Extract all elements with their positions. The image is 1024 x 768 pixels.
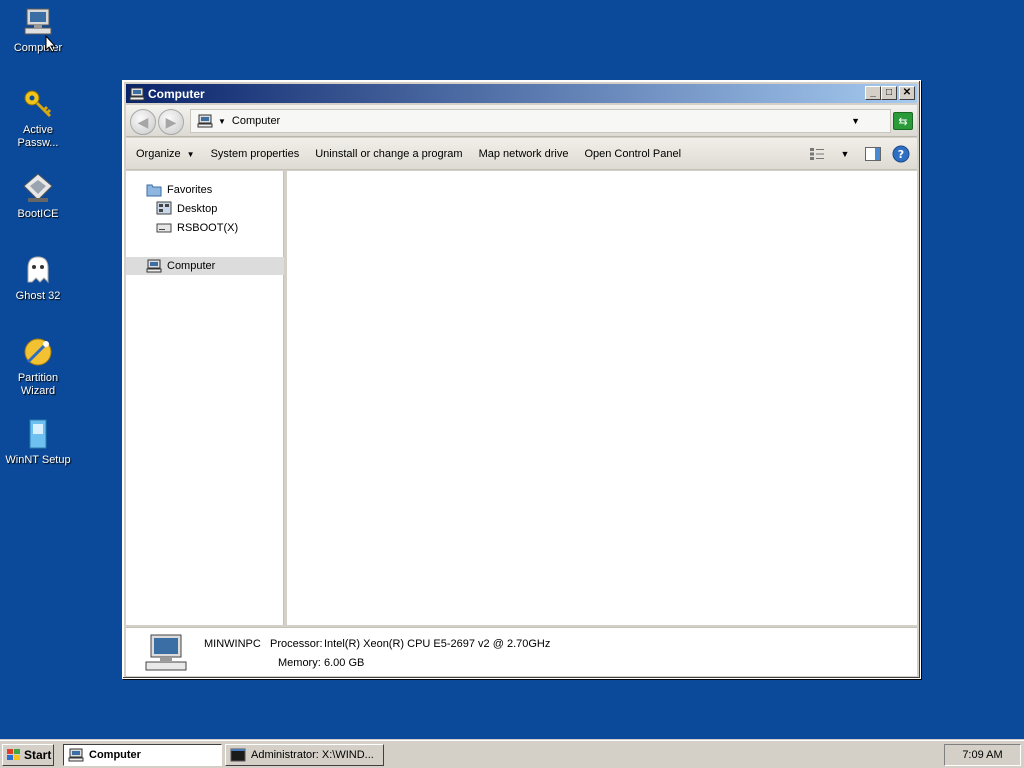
address-dropdown-icon[interactable]: ▼ xyxy=(851,116,860,126)
change-view-icon[interactable] xyxy=(807,144,827,164)
processor-label: Processor: xyxy=(270,638,323,650)
computer-icon xyxy=(197,114,213,128)
command-bar: Organize ▼ System properties Uninstall or… xyxy=(126,138,917,170)
console-icon xyxy=(230,748,246,762)
maximize-button[interactable]: □ xyxy=(881,86,897,100)
tree-item-rsboot[interactable]: RSBOOT(X) xyxy=(156,219,238,237)
refresh-button[interactable]: ⇆ xyxy=(893,112,913,130)
map-network-drive-button[interactable]: Map network drive xyxy=(479,148,569,160)
open-control-panel-button[interactable]: Open Control Panel xyxy=(584,148,681,160)
tree-item-computer[interactable]: Computer xyxy=(126,257,284,275)
ghost32-desktop-icon[interactable]: Ghost 32 xyxy=(2,254,74,303)
ghost-icon xyxy=(27,256,49,284)
taskbar-button-computer[interactable]: Computer xyxy=(63,744,222,766)
computer-icon xyxy=(146,259,162,273)
drive-icon xyxy=(156,223,172,233)
computer-icon xyxy=(129,87,145,100)
processor-value: Intel(R) Xeon(R) CPU E5-2697 v2 @ 2.70GH… xyxy=(324,638,551,650)
taskbar-button-label: Computer xyxy=(89,749,141,761)
tree-item-label: Desktop xyxy=(177,203,218,215)
help-icon[interactable]: ? xyxy=(891,144,911,164)
forward-arrow-icon: ▶ xyxy=(165,114,177,130)
organize-menu[interactable]: Organize ▼ xyxy=(136,148,195,160)
details-pane: MINWINPC Processor: Intel(R) Xeon(R) CPU… xyxy=(126,627,917,676)
uninstall-program-button[interactable]: Uninstall or change a program xyxy=(315,148,462,160)
tree-item-favorites[interactable]: Favorites xyxy=(146,181,212,199)
system-properties-button[interactable]: System properties xyxy=(211,148,300,160)
active-password-desktop-icon[interactable]: Active Passw... xyxy=(2,88,74,150)
memory-value: 6.00 GB xyxy=(324,657,365,669)
key-icon xyxy=(24,90,52,118)
taskbar-button-admin-console[interactable]: Administrator: X:\WIND... xyxy=(225,744,384,766)
taskbar: Start Computer Administrator: X:\WIND...… xyxy=(0,740,1024,768)
close-button[interactable]: ✕ xyxy=(899,86,915,100)
setup-icon xyxy=(29,419,47,449)
view-options-dropdown-icon[interactable]: ▼ xyxy=(835,144,855,164)
breadcrumb-arrow-icon[interactable]: ▼ xyxy=(218,117,226,126)
windows-logo-icon xyxy=(7,749,20,760)
tree-item-desktop[interactable]: Desktop xyxy=(156,200,217,218)
forward-button[interactable]: ▶ xyxy=(158,109,184,135)
desktop-icon-label: BootICE xyxy=(17,208,59,220)
clock[interactable]: 7:09 AM xyxy=(944,744,1021,766)
chevron-down-icon: ▼ xyxy=(186,149,195,159)
window-title: Computer xyxy=(148,86,205,101)
address-bar: ◀ ▶ ▼ Computer ▼ ⇆ xyxy=(126,105,917,137)
desktop-icon-label: WinNT Setup xyxy=(5,454,71,466)
desktop-icon-label: Partition Wizard xyxy=(17,372,59,397)
desktop-icon-label: Active Passw... xyxy=(17,124,59,149)
minimize-button[interactable]: _ xyxy=(865,86,881,100)
winnt-setup-desktop-icon[interactable]: WinNT Setup xyxy=(2,418,74,467)
mouse-cursor-icon xyxy=(45,35,57,53)
memory-label: Memory: xyxy=(278,657,321,669)
file-list-pane[interactable] xyxy=(287,171,917,625)
wand-icon xyxy=(24,338,52,366)
taskbar-button-label: Administrator: X:\WIND... xyxy=(251,749,374,761)
partition-wizard-desktop-icon[interactable]: Partition Wizard xyxy=(2,336,74,398)
computer-icon xyxy=(145,634,187,671)
tree-item-label: Favorites xyxy=(167,184,213,196)
bootice-icon xyxy=(23,173,53,202)
computer-icon xyxy=(68,748,84,762)
bootice-desktop-icon[interactable]: BootICE xyxy=(2,172,74,221)
title-bar[interactable]: Computer _ □ ✕ xyxy=(126,84,917,103)
refresh-icon: ⇆ xyxy=(898,115,908,128)
favorites-folder-icon xyxy=(146,184,162,197)
address-field[interactable]: ▼ Computer ▼ xyxy=(190,109,891,133)
computer-desktop-icon[interactable]: Computer xyxy=(2,6,74,55)
organize-label: Organize xyxy=(136,147,181,160)
tree-item-label: RSBOOT(X) xyxy=(177,222,239,234)
back-arrow-icon: ◀ xyxy=(137,114,149,130)
preview-pane-icon[interactable] xyxy=(863,144,883,164)
navigation-pane: Favorites Desktop RSBOOT(X) Computer xyxy=(126,171,284,625)
desktop-icon xyxy=(156,201,172,215)
svg-text:?: ? xyxy=(898,148,904,161)
explorer-window: Computer _ □ ✕ ◀ ▶ ▼ Computer ▼ ⇆ Organi… xyxy=(122,80,921,679)
computer-icon xyxy=(24,8,52,35)
desktop-icon-label: Ghost 32 xyxy=(15,290,61,302)
tree-item-label: Computer xyxy=(167,260,216,272)
start-label: Start xyxy=(24,748,52,762)
computer-name: MINWINPC xyxy=(204,638,261,650)
back-button[interactable]: ◀ xyxy=(130,109,156,135)
start-button[interactable]: Start xyxy=(2,744,54,766)
breadcrumb[interactable]: Computer xyxy=(232,115,280,127)
